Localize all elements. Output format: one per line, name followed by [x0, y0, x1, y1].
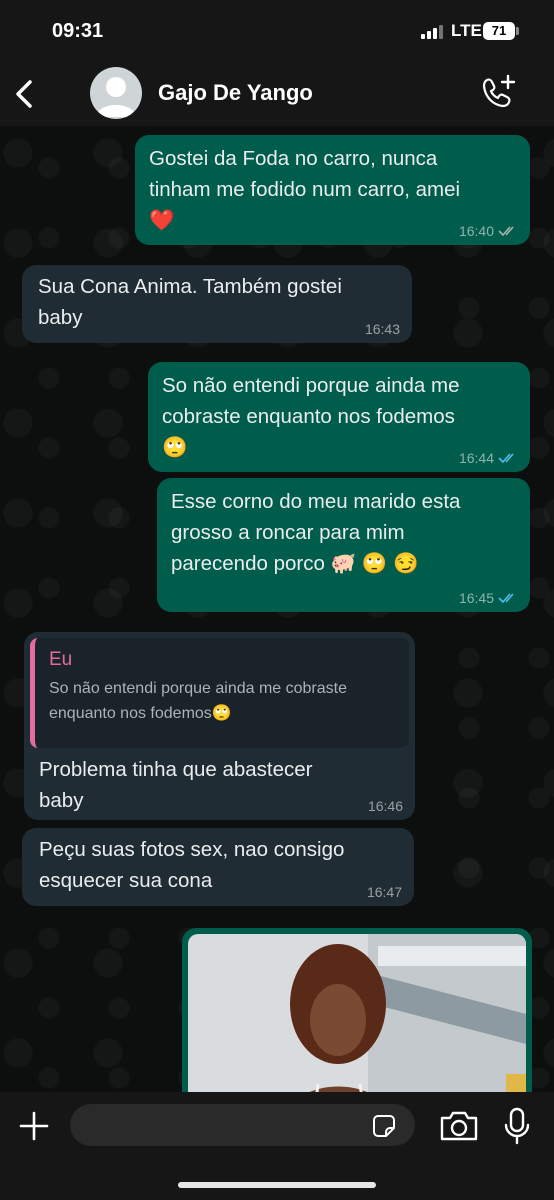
- message-text: Problema tinha que abastecer baby: [39, 758, 313, 812]
- status-bar: 09:31 LTE 71: [0, 0, 554, 62]
- microphone-button[interactable]: [503, 1106, 531, 1146]
- photo-message[interactable]: [182, 928, 532, 1092]
- camera-icon: [440, 1111, 478, 1141]
- contact-name[interactable]: Gajo De Yango: [158, 80, 313, 106]
- message-time: 16:46: [367, 798, 403, 814]
- message-text: Peçu suas fotos sex, nao consigo esquece…: [39, 838, 345, 892]
- composer-bar: [0, 1092, 554, 1200]
- message-time: 16:40: [458, 223, 494, 239]
- attach-button[interactable]: [18, 1110, 50, 1142]
- double-check-icon: [498, 453, 514, 464]
- message-time: 16:44: [458, 450, 494, 466]
- back-button[interactable]: [10, 74, 38, 114]
- photo-thumbnail[interactable]: [188, 934, 526, 1092]
- home-indicator: [178, 1182, 376, 1188]
- photo-image: [188, 934, 526, 1092]
- message-meta: 16:44: [459, 450, 518, 466]
- camera-button[interactable]: [438, 1109, 480, 1143]
- double-check-icon: [498, 226, 514, 237]
- message-bubble-incoming[interactable]: Sua Cona Anima. Também gostei baby 16:43: [22, 265, 412, 343]
- message-time: 16:43: [364, 321, 400, 337]
- chat-area[interactable]: Gostei da Foda no carro, nunca tinham me…: [0, 126, 554, 1092]
- quote-text: So não entendi porque ainda me cobraste …: [49, 680, 347, 722]
- message-time: 16:45: [458, 590, 494, 606]
- message-bubble-outgoing[interactable]: Esse corno do meu marido esta grosso a r…: [157, 478, 530, 612]
- avatar[interactable]: [90, 67, 142, 119]
- message-bubble-outgoing[interactable]: So não entendi porque ainda me cobraste …: [148, 362, 530, 472]
- add-call-button[interactable]: [478, 72, 518, 112]
- phone-plus-icon: [482, 74, 516, 108]
- message-input[interactable]: [70, 1104, 415, 1146]
- chat-header: Gajo De Yango: [0, 62, 554, 126]
- message-text: Esse corno do meu marido esta grosso a r…: [171, 490, 461, 575]
- message-bubble-incoming[interactable]: Peçu suas fotos sex, nao consigo esquece…: [22, 828, 414, 906]
- sticker-icon: [373, 1115, 395, 1137]
- quote-author: Eu: [49, 649, 73, 670]
- message-text: Sua Cona Anima. Também gostei baby: [38, 275, 342, 329]
- network-label: LTE: [451, 21, 482, 40]
- message-meta: 16:43: [365, 321, 400, 337]
- status-time: 09:31: [52, 20, 104, 42]
- message-meta: 16:47: [367, 884, 402, 900]
- sticker-button[interactable]: [370, 1112, 398, 1140]
- quoted-message[interactable]: Eu So não entendi porque ainda me cobras…: [30, 638, 409, 748]
- message-bubble-outgoing[interactable]: Gostei da Foda no carro, nunca tinham me…: [135, 135, 530, 245]
- double-check-icon: [498, 593, 514, 604]
- message-meta: 16:46: [368, 798, 403, 814]
- person-icon: [96, 77, 136, 117]
- message-bubble-incoming-reply[interactable]: Eu So não entendi porque ainda me cobras…: [24, 632, 415, 820]
- battery-tip: [516, 27, 519, 35]
- message-meta: 16:45: [459, 590, 518, 606]
- microphone-icon: [504, 1107, 530, 1145]
- chevron-left-icon: [16, 80, 32, 108]
- message-meta: 16:40: [459, 223, 518, 239]
- plus-icon: [19, 1111, 49, 1141]
- signal-icon: [421, 25, 445, 39]
- message-time: 16:47: [366, 884, 402, 900]
- battery-icon: 71: [483, 22, 515, 40]
